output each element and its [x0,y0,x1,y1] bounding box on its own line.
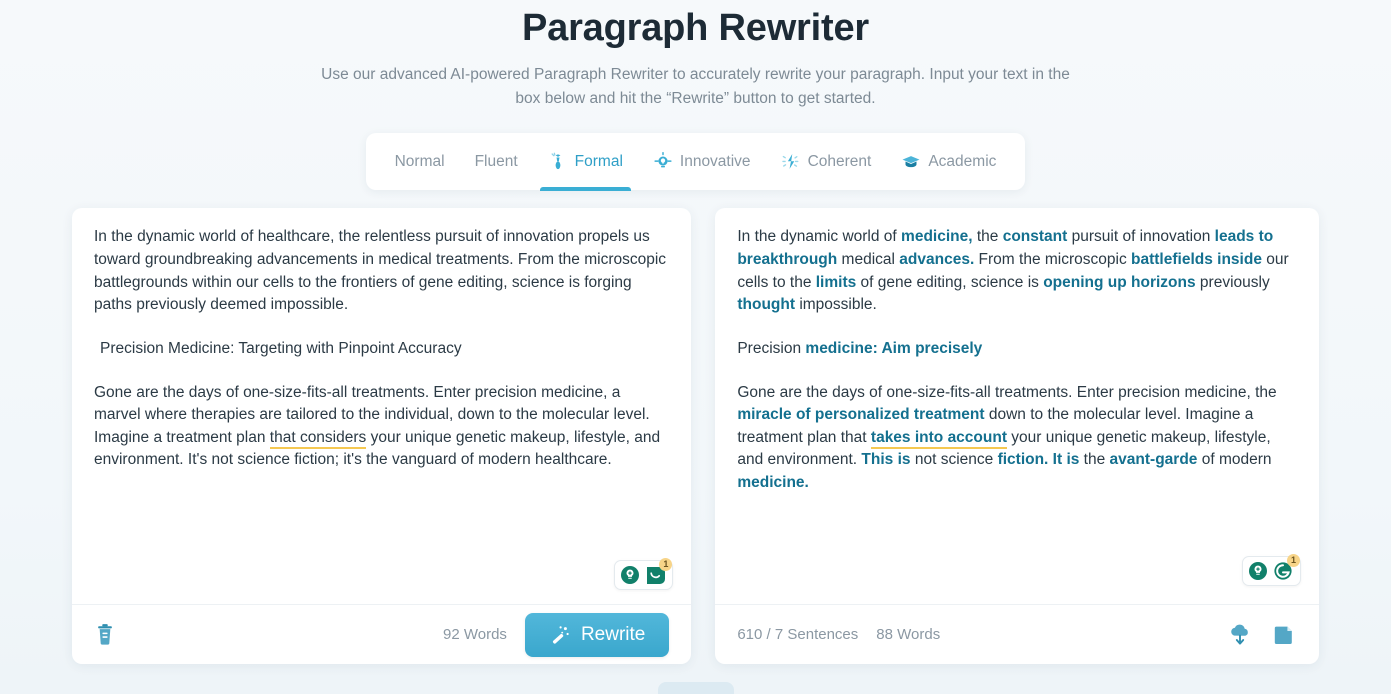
lightbulb-icon [1248,561,1268,581]
output-highlight-run: This is [861,451,911,469]
tab-innovative[interactable]: Innovative [638,133,766,190]
output-text-run: the [972,228,1003,246]
output-text-run: Gone are the days of one-size-fits-all t… [737,383,1277,401]
trash-icon[interactable] [94,623,116,647]
tab-coherent-label: Coherent [807,153,872,171]
output-highlight-run: advances. [899,251,975,269]
output-paragraph: In the dynamic world of medicine, the co… [737,226,1297,317]
cloud-download-icon[interactable] [1227,622,1253,648]
output-text-run: the [1079,451,1110,469]
rewrite-button-label: Rewrite [580,623,646,645]
output-highlight-run: fiction. It is [997,451,1080,469]
page-title: Paragraph Rewriter [522,7,869,49]
tab-academic[interactable]: Academic [886,133,1011,190]
grammarly-logo-icon: 1 [643,558,673,586]
output-highlight-run: medicine: Aim precisely [805,339,983,357]
tie-icon [548,152,568,172]
grammarly-issue-count: 1 [659,558,673,572]
grammarly-badge-output[interactable]: 1 [1242,554,1301,587]
mode-tabs: Normal Fluent Formal Innovative Coherent… [365,133,1026,192]
output-highlight-run: thought [737,296,796,314]
output-text-run: of modern [1197,451,1272,469]
output-text-run: Precision [737,339,806,357]
input-panel-footer: 92 Words Rewrite [72,604,692,664]
sparkle-icon [781,152,801,172]
output-panel-footer: 610 / 7 Sentences 88 Words [715,604,1319,664]
tab-fluent[interactable]: Fluent [460,133,533,190]
output-text-run: From the microscopic [974,251,1132,269]
output-text-run: previously [1195,273,1270,291]
input-panel: In the dynamic world of healthcare, the … [72,208,692,665]
output-text[interactable]: In the dynamic world of medicine, the co… [715,208,1319,604]
input-paragraph: Precision Medicine: Targeting with Pinpo… [94,338,669,361]
magic-wand-icon [549,624,571,646]
tab-coherent[interactable]: Coherent [766,133,887,190]
page-header: Paragraph Rewriter Use our advanced AI-p… [0,0,1391,111]
input-paragraph: In the dynamic world of healthcare, the … [94,226,669,317]
output-panel: In the dynamic world of medicine, the co… [715,208,1319,665]
tab-normal-label: Normal [394,153,445,171]
rewrite-button[interactable]: Rewrite [524,612,670,657]
output-highlight-run: takes into account [870,428,1007,449]
tab-innovative-label: Innovative [679,153,751,171]
graduation-cap-icon [901,152,921,172]
grammarly-issue-count: 1 [1287,554,1300,568]
bottom-pill-indicator [657,682,734,694]
tab-formal-label: Formal [574,153,623,171]
output-word-count: 88 Words [876,626,941,644]
output-paragraph: Precision medicine: Aim precisely [737,338,1297,361]
input-word-count: 92 Words [443,626,507,644]
tab-formal[interactable]: Formal [533,133,638,192]
output-sentence-count: 610 / 7 Sentences [737,626,859,644]
output-highlight-run: opening up horizons [1043,273,1196,291]
copy-document-icon[interactable] [1271,622,1297,648]
output-text-run: not science [910,451,998,469]
tab-normal[interactable]: Normal [380,133,460,190]
input-textarea[interactable]: In the dynamic world of healthcare, the … [72,208,691,604]
grammarly-badge-input[interactable]: 1 [614,558,674,591]
output-text-run: medical [837,251,900,269]
output-text-run: impossible. [795,296,877,314]
grammarly-logo-icon: 1 [1271,554,1300,582]
output-highlight-run: medicine. [737,474,809,492]
input-text-run: In the dynamic world of healthcare, the … [94,228,667,314]
output-text-run: pursuit of innovation [1067,228,1215,246]
output-highlight-run: avant-garde [1109,451,1198,469]
lightbulb-icon [653,151,673,172]
app-root: Paragraph Rewriter Use our advanced AI-p… [0,0,1391,694]
tab-fluent-label: Fluent [474,153,518,171]
input-text-run: Precision Medicine: Targeting with Pinpo… [100,339,462,357]
output-text-run: of gene editing, science is [856,273,1044,291]
output-highlight-run: battlefields inside [1131,251,1262,269]
output-paragraph: Gone are the days of one-size-fits-all t… [737,382,1297,495]
input-highlight-run: that considers [269,428,367,449]
page-subtitle: Use our advanced AI-powered Paragraph Re… [321,66,1070,108]
output-highlight-run: limits [815,273,857,291]
output-highlight-run: medicine, [901,228,973,246]
output-highlight-run: miracle of personalized treatment [737,406,985,424]
tab-academic-label: Academic [928,153,997,171]
input-paragraph: Gone are the days of one-size-fits-all t… [94,382,669,473]
output-text-run: In the dynamic world of [737,228,902,246]
editor-panels: In the dynamic world of healthcare, the … [0,208,1391,665]
lightbulb-icon [620,565,640,585]
mode-tabs-container: Normal Fluent Formal Innovative Coherent… [0,133,1391,192]
output-highlight-run: constant [1002,228,1068,246]
